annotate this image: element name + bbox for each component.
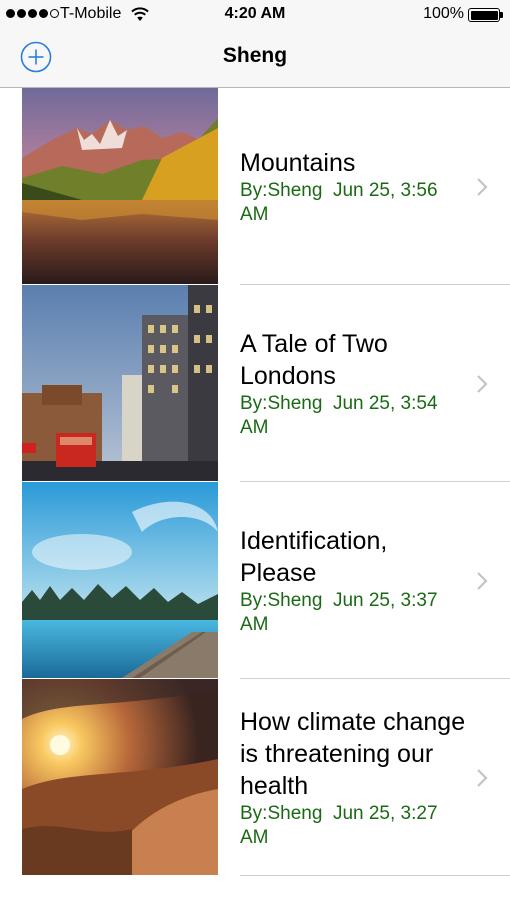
post-text: Mountains By:Sheng Jun 25, 3:56 AM [240,88,466,285]
lake-dock-thumbnail [22,482,218,678]
post-text: A Tale of Two Londons By:Sheng Jun 25, 3… [240,285,466,482]
post-title: Mountains [240,148,356,177]
desert-sunset-thumbnail [22,679,218,875]
post-meta: By:Sheng Jun 25, 3:27 AM [240,802,442,848]
navigation-bar: Sheng [0,30,510,88]
status-bar: T-Mobile 4:20 AM 100% [0,0,510,30]
post-row-identification[interactable]: Identification, Please By:Sheng Jun 25, … [0,482,510,679]
battery-tip [500,12,503,18]
chevron-right-icon [477,571,488,590]
post-meta: By:Sheng Jun 25, 3:37 AM [240,589,442,635]
chevron-right-icon [477,768,488,787]
page-title: Sheng [222,44,288,67]
london-street-thumbnail [22,285,218,481]
mountains-thumbnail [22,88,218,284]
post-row-climate-change[interactable]: How climate change is threatening our he… [0,679,510,876]
post-list: Mountains By:Sheng Jun 25, 3:56 AM A Tal… [0,88,510,876]
post-text: Identification, Please By:Sheng Jun 25, … [240,482,466,679]
row-separator [240,875,510,876]
post-title: Identification, Please [240,526,388,587]
chevron-right-icon [477,177,488,196]
post-title: How climate change is threatening our he… [240,707,466,800]
post-row-two-londons[interactable]: A Tale of Two Londons By:Sheng Jun 25, 3… [0,285,510,482]
post-meta: By:Sheng Jun 25, 3:56 AM [240,179,442,225]
post-text: How climate change is threatening our he… [240,679,466,876]
chevron-right-icon [477,374,488,393]
post-title: A Tale of Two Londons [240,329,388,390]
post-meta: By:Sheng Jun 25, 3:54 AM [240,392,442,438]
post-row-mountains[interactable]: Mountains By:Sheng Jun 25, 3:56 AM [0,88,510,285]
battery-percentage: 100% [423,5,464,22]
battery-icon [468,8,500,22]
